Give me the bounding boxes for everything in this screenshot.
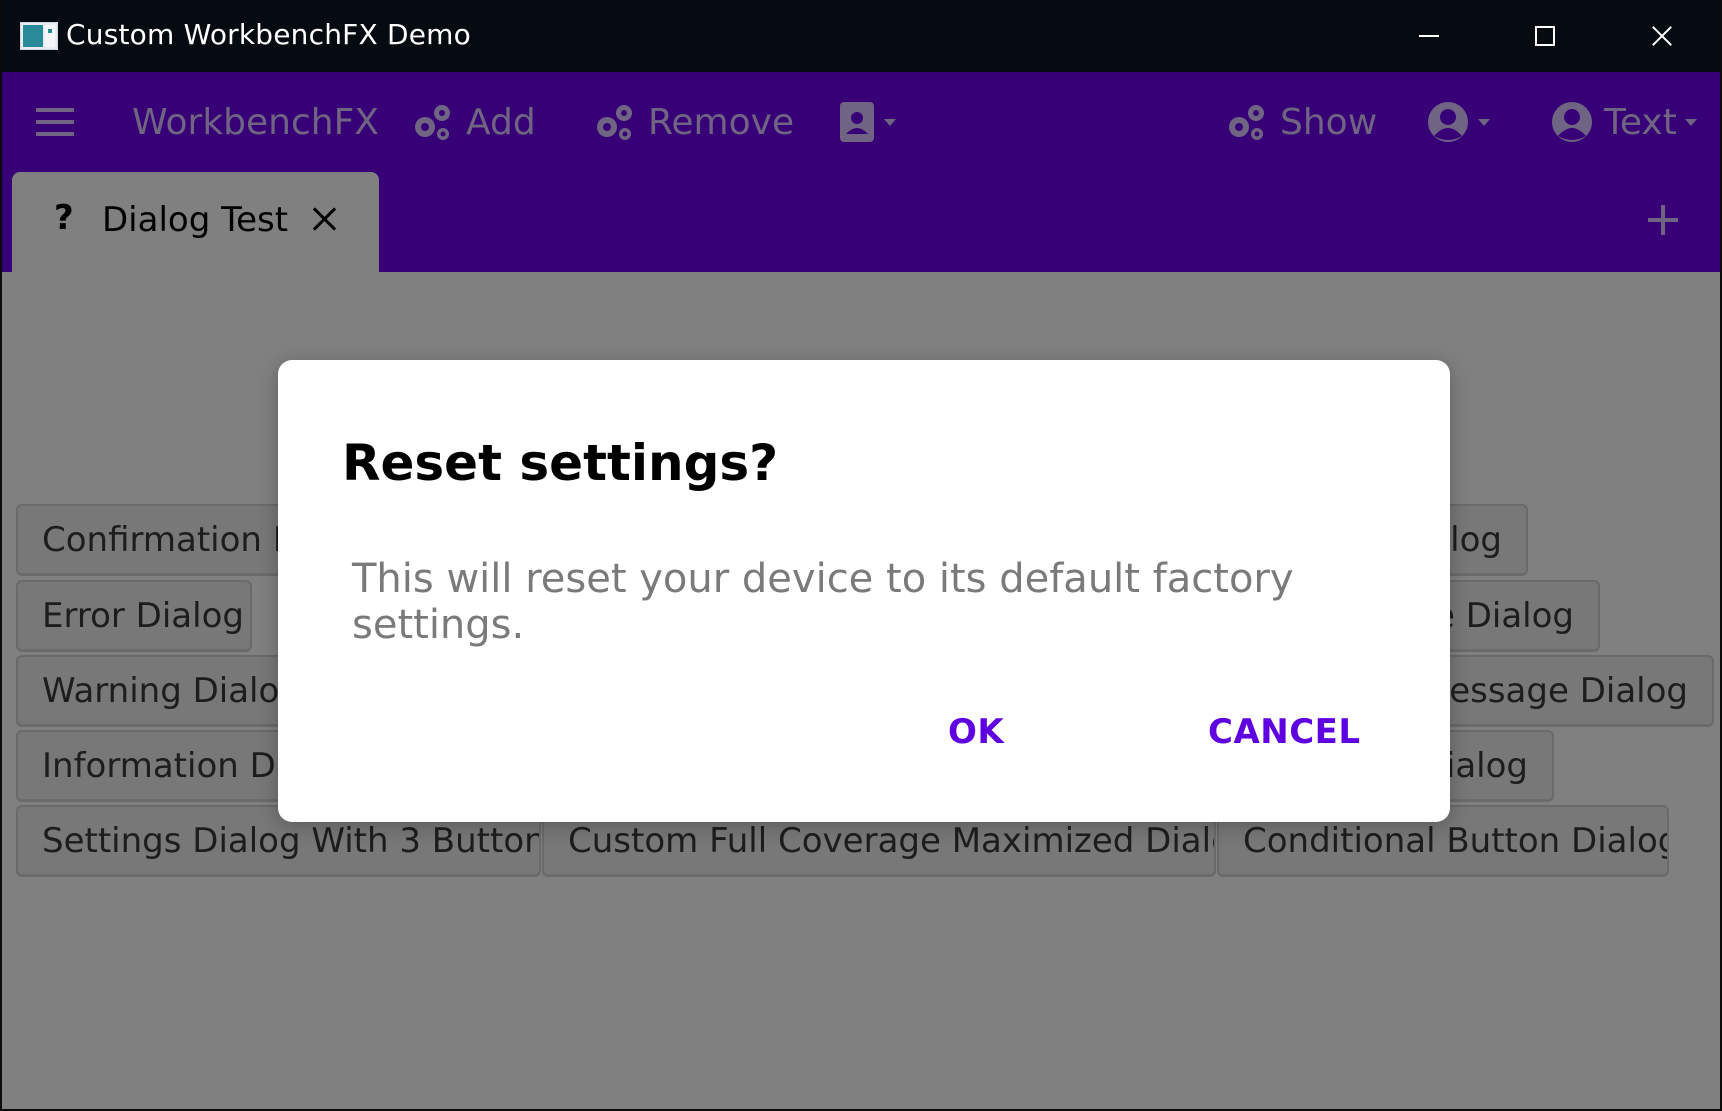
maximize-icon [1535, 26, 1555, 46]
close-icon [1651, 25, 1673, 47]
text-dropdown-button[interactable]: Text [1550, 72, 1697, 172]
add-button[interactable]: Add [410, 72, 536, 172]
show-button[interactable]: Show [1224, 72, 1377, 172]
toolbar: WorkbenchFX Add Remove Show Text [2, 72, 1720, 172]
text-label: Text [1604, 101, 1677, 143]
reset-settings-dialog: Reset settings? This will reset your dev… [278, 360, 1450, 822]
add-label: Add [466, 101, 536, 143]
maximize-button[interactable] [1490, 0, 1600, 72]
remove-label: Remove [648, 101, 795, 143]
error-dialog-button[interactable]: Error Dialog [16, 580, 252, 652]
window-title: Custom WorkbenchFX Demo [66, 18, 471, 51]
brand-label: WorkbenchFX [132, 101, 379, 143]
dialog-message: This will reset your device to its defau… [352, 556, 1294, 648]
ok-button[interactable]: OK [948, 712, 1004, 752]
remove-button[interactable]: Remove [592, 72, 794, 172]
dialog-title: Reset settings? [342, 434, 779, 492]
title-bar: Custom WorkbenchFX Demo [2, 0, 1720, 72]
chevron-down-icon [1684, 118, 1697, 126]
tab-dialog-test[interactable]: ? Dialog Test [12, 172, 379, 272]
tab-label: Dialog Test [102, 200, 289, 240]
minimize-button[interactable] [1374, 0, 1484, 72]
chevron-down-icon [1478, 118, 1490, 126]
gears-icon [1229, 105, 1264, 140]
close-tab-icon[interactable] [312, 207, 336, 231]
app-icon [20, 22, 58, 50]
cancel-button[interactable]: CANCEL [1208, 712, 1361, 752]
gears-icon [415, 105, 450, 140]
gears-icon [597, 105, 632, 140]
close-window-button[interactable] [1607, 0, 1717, 72]
contact-card-icon [840, 102, 874, 142]
hamburger-menu-icon[interactable] [36, 108, 74, 136]
minimize-icon [1419, 35, 1439, 37]
chevron-down-icon [884, 118, 896, 126]
contact-dropdown-button[interactable] [838, 72, 896, 172]
user-avatar-icon [1552, 102, 1592, 142]
add-tab-icon[interactable] [1648, 205, 1678, 235]
user-avatar-icon [1428, 102, 1468, 142]
application-window: Custom WorkbenchFX Demo WorkbenchFX Add … [0, 0, 1722, 1111]
user-dropdown-button[interactable] [1426, 72, 1490, 172]
show-label: Show [1280, 101, 1378, 143]
question-icon: ? [54, 198, 74, 238]
